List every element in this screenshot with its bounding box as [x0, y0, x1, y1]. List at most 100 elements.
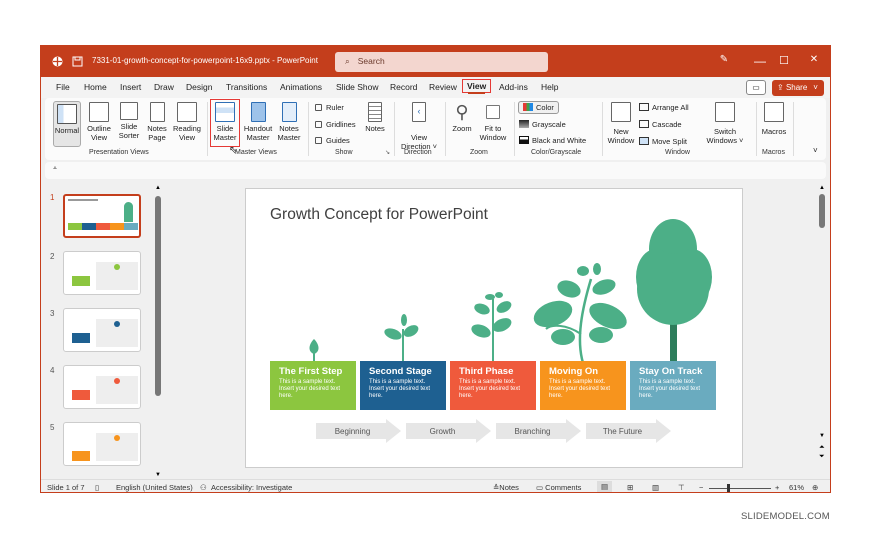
arrow-label: Growth — [429, 426, 456, 436]
slide-thumbnail-2[interactable] — [63, 251, 141, 295]
sorter-label-1: Slide — [120, 122, 138, 131]
handout-label-1: Handout — [243, 124, 273, 133]
stage-box-2[interactable]: Second Stage This is a sample text. Inse… — [360, 362, 446, 410]
zoom-button[interactable]: ⚲ Zoom — [449, 102, 475, 133]
spell-check-icon[interactable]: ▯ — [95, 483, 99, 492]
comments-toggle[interactable]: ▭ Comments — [536, 483, 581, 492]
dialog-launcher-icon[interactable]: ↘ — [385, 149, 390, 156]
tab-slide-show[interactable]: Slide Show — [336, 82, 379, 92]
fit-to-window-button[interactable]: Fit to Window — [477, 102, 509, 142]
scroll-down-icon[interactable]: ▼ — [819, 433, 825, 439]
group-divider — [756, 102, 757, 156]
zoom-slider[interactable] — [709, 484, 771, 492]
reading-view-button[interactable]: Reading View — [171, 102, 203, 142]
grayscale-button[interactable]: Grayscale — [519, 120, 566, 129]
notes-master-button[interactable]: Notes Master — [275, 102, 303, 142]
handout-master-button[interactable]: Handout Master — [242, 102, 274, 142]
new-window-icon — [611, 102, 631, 122]
macros-button[interactable]: Macros — [759, 102, 789, 136]
stage-box-1[interactable]: The First Step This is a sample text. In… — [270, 362, 356, 410]
slide-scrollbar[interactable]: ▲ ▼ ⏶ ⏷ — [817, 183, 827, 483]
scrollbar-thumb[interactable] — [155, 196, 161, 396]
slide-sorter-icon[interactable]: ⊞ — [627, 483, 633, 492]
tab-draw[interactable]: Draw — [154, 82, 174, 92]
tab-insert[interactable]: Insert — [120, 82, 141, 92]
maximize-button[interactable]: ☐ — [775, 54, 793, 67]
save-icon[interactable] — [71, 55, 84, 68]
scroll-up-icon[interactable]: ▲ — [819, 185, 825, 191]
guides-checkbox[interactable]: Guides — [315, 136, 350, 145]
slide-sorter-button[interactable]: Slide Sorter — [115, 102, 143, 140]
group-label-window: Window — [665, 149, 690, 156]
outline-view-button[interactable]: Outline View — [84, 102, 114, 142]
cascade-button[interactable]: Cascade — [639, 120, 682, 129]
view-direction-button[interactable]: ‹ View Direction ˅ — [399, 102, 439, 151]
switch-windows-button[interactable]: Switch Windows ˅ — [705, 102, 745, 145]
fit-window-icon — [486, 105, 500, 119]
collapse-ribbon-icon[interactable]: ˅ — [813, 146, 818, 155]
slide-thumbnail-3[interactable] — [63, 308, 141, 352]
gridlines-checkbox[interactable]: Gridlines — [315, 120, 356, 129]
black-and-white-button[interactable]: Black and White — [519, 136, 586, 145]
pen-icon[interactable]: ✎ — [715, 54, 733, 65]
slide-thumbnail-1[interactable] — [63, 194, 141, 238]
fit-slide-icon[interactable]: ⊕ — [812, 483, 818, 492]
accessibility-status[interactable]: Accessibility: Investigate — [211, 483, 292, 492]
stage-box-3[interactable]: Third Phase This is a sample text. Inser… — [450, 362, 536, 410]
tab-home[interactable]: Home — [84, 82, 107, 92]
tab-file[interactable]: File — [56, 82, 70, 92]
slide-show-icon[interactable]: ⊤ — [678, 483, 685, 492]
arrow-shape-2[interactable]: Growth — [406, 419, 491, 443]
reading-view-icon[interactable]: ▥ — [652, 483, 659, 492]
tab-animations[interactable]: Animations — [280, 82, 322, 92]
zoom-slider-thumb[interactable] — [727, 484, 730, 492]
slide-thumbnail-4[interactable] — [63, 365, 141, 409]
move-split-button[interactable]: Move Split — [639, 137, 687, 146]
previous-slide-icon[interactable]: ⏶ — [819, 444, 825, 452]
notes-page-button[interactable]: Notes Page — [144, 102, 170, 142]
title-separator: - — [272, 56, 275, 65]
current-slide[interactable]: Growth Concept for PowerPoint The First … — [245, 188, 743, 468]
arrange-all-button[interactable]: Arrange All — [639, 103, 689, 112]
share-button[interactable]: ⇪ Share ˅ — [772, 80, 824, 96]
scrollbar-thumb[interactable] — [819, 194, 825, 228]
tab-help[interactable]: Help — [541, 82, 558, 92]
arrow-shape-1[interactable]: Beginning — [316, 419, 401, 443]
close-button[interactable]: ✕ — [805, 54, 823, 65]
ruler-checkbox[interactable]: Ruler — [315, 103, 344, 112]
search-box[interactable]: ⌕ Search — [335, 52, 548, 72]
scroll-up-icon[interactable]: ▲ — [155, 185, 161, 191]
normal-view-icon[interactable]: ▤ — [597, 481, 613, 492]
notes-button[interactable]: Notes — [363, 102, 387, 133]
stage-box-5[interactable]: Stay On Track This is a sample text. Ins… — [630, 362, 716, 410]
comments-button[interactable]: ▭ — [746, 80, 766, 95]
group-divider — [207, 102, 208, 156]
zoom-level[interactable]: 61% — [789, 483, 804, 492]
outline-view-icon — [89, 102, 109, 122]
customize-toolbar-icon[interactable]: ⩡ — [53, 165, 57, 172]
tab-record[interactable]: Record — [390, 82, 417, 92]
arrow-shape-3[interactable]: Branching — [496, 419, 581, 443]
zoom-out-button[interactable]: − — [699, 483, 703, 492]
stage-box-4[interactable]: Moving On This is a sample text. Insert … — [540, 362, 626, 410]
autosave-icon[interactable] — [51, 55, 64, 68]
tab-review[interactable]: Review — [429, 82, 457, 92]
notes-toggle[interactable]: ≙Notes — [493, 483, 519, 492]
next-slide-icon[interactable]: ⏷ — [819, 453, 825, 461]
arrow-shape-4[interactable]: The Future — [586, 419, 671, 443]
tab-design[interactable]: Design — [186, 82, 212, 92]
new-window-button[interactable]: New Window — [606, 102, 636, 145]
zoom-in-button[interactable]: + — [775, 483, 779, 492]
slide-master-button[interactable]: Slide Master — [210, 99, 240, 147]
normal-view-button[interactable]: Normal — [53, 101, 81, 147]
slide-thumbnail-5[interactable] — [63, 422, 141, 466]
minimize-button[interactable]: — — [751, 54, 769, 68]
thumbnail-scrollbar[interactable]: ▲ ▼ — [155, 185, 161, 482]
scroll-down-icon[interactable]: ▼ — [155, 472, 161, 478]
tab-add-ins[interactable]: Add-ins — [499, 82, 528, 92]
tab-view[interactable]: View — [462, 79, 492, 94]
language-indicator[interactable]: English (United States) — [116, 483, 193, 492]
color-button[interactable]: Color — [518, 101, 559, 114]
tab-transitions[interactable]: Transitions — [226, 82, 267, 92]
slide-number: 3 — [50, 309, 55, 318]
